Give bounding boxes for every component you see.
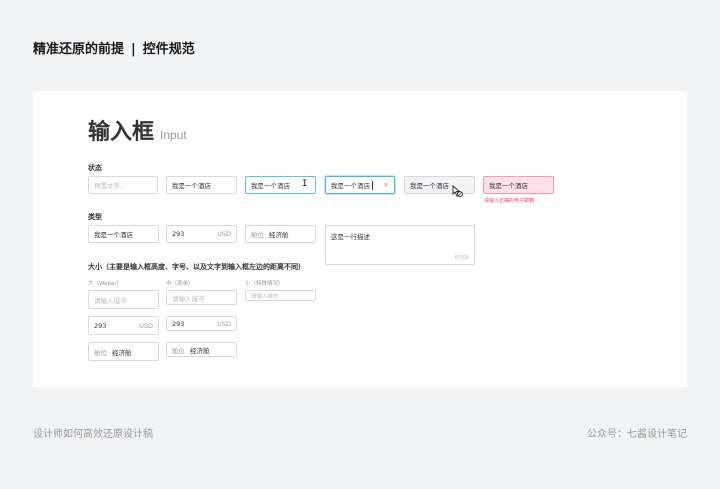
medium-number-value: 293 (172, 319, 185, 328)
hover-input-value: 我是一个酒店 (251, 182, 290, 190)
filled-input[interactable]: 我是一个酒店 (166, 176, 237, 194)
disabled-input-value: 我是一个酒店 (410, 182, 449, 190)
page-header: 精准还原的前提 | 控件规范 (33, 38, 195, 57)
small-city-placeholder: 请输入城市 (251, 293, 279, 300)
large-city-placeholder: 请输入城市 (94, 296, 127, 305)
small-city-input[interactable]: 请输入城市 (245, 290, 316, 301)
number-input-unit: USD (217, 230, 231, 238)
large-prefix-value: 经济舱 (112, 348, 132, 357)
types-label: 类型 (88, 213, 102, 221)
medium-number-unit: USD (217, 319, 231, 328)
size-large-label: 大（Webar） (88, 281, 123, 287)
states-label: 状态 (88, 164, 102, 172)
large-prefix-input[interactable]: 舱位 经济舱 (88, 342, 159, 361)
text-input[interactable]: 我是一个酒店 (88, 225, 159, 243)
number-input-value: 293 (172, 230, 185, 238)
size-small-label: 小（特殊情况） (245, 281, 284, 287)
card-title: 输入框 (88, 120, 155, 145)
text-input-value: 我是一个酒店 (94, 231, 133, 239)
header-subtitle: 控件规范 (142, 42, 195, 57)
medium-city-placeholder: 请输入城市 (172, 294, 205, 303)
sizes-label: 大小（主要是输入框高度、字号、以及文字到输入框左边的距离不同） (88, 263, 305, 271)
header-title: 精准还原的前提 (33, 42, 125, 57)
default-input[interactable]: 预置文字... (88, 176, 158, 194)
medium-number-input[interactable]: 293 USD (166, 316, 237, 331)
textarea-input[interactable]: 这是一行描述 6/500 (325, 225, 475, 265)
text-caret (372, 180, 373, 190)
filled-input-value: 我是一个酒店 (172, 182, 211, 190)
large-number-input[interactable]: 293 USD (88, 316, 159, 335)
large-number-unit: USD (139, 321, 153, 330)
input-spec-card: 输入框 Input 状态 预置文字... 我是一个酒店 我是一个酒店 I 我是一个… (33, 91, 687, 387)
large-city-input[interactable]: 请输入城市 (88, 290, 159, 309)
medium-prefix-label: 舱位 (172, 346, 185, 355)
text-cursor-icon: I (302, 179, 308, 189)
focus-input[interactable]: 我是一个酒店 × (325, 176, 395, 194)
medium-city-input[interactable]: 请输入城市 (166, 290, 237, 305)
textarea-value: 这是一行描述 (331, 233, 370, 241)
not-allowed-cursor-icon (452, 185, 463, 198)
default-input-placeholder: 预置文字... (94, 182, 127, 190)
medium-prefix-value: 经济舱 (190, 346, 210, 355)
prefix-input-label: 舱位 (251, 231, 264, 239)
size-medium-label: 中（表单） (166, 281, 194, 287)
number-input[interactable]: 293 USD (166, 225, 237, 243)
footer-left-text: 设计师如何高效还原设计稿 (33, 429, 153, 440)
card-title-en: Input (160, 128, 187, 142)
prefix-input[interactable]: 舱位 经济舱 (245, 225, 316, 243)
focus-input-value: 我是一个酒店 (331, 182, 370, 190)
footer-right-text: 公众号：七酱设计笔记 (587, 429, 687, 440)
error-input[interactable]: 我是一个酒店 (483, 176, 554, 194)
error-message: 请输入正确的电子邮箱 (484, 198, 535, 204)
medium-prefix-input[interactable]: 舱位 经济舱 (166, 342, 237, 357)
disabled-input: 我是一个酒店 (404, 176, 475, 194)
large-number-value: 293 (94, 321, 107, 330)
card-title-group: 输入框 Input (88, 114, 187, 146)
header-separator: | (131, 42, 136, 57)
large-prefix-label: 舱位 (94, 348, 107, 357)
clear-icon[interactable]: × (383, 181, 389, 189)
error-input-value: 我是一个酒店 (489, 182, 528, 190)
prefix-input-value: 经济舱 (269, 231, 289, 239)
textarea-count: 6/500 (454, 255, 469, 261)
